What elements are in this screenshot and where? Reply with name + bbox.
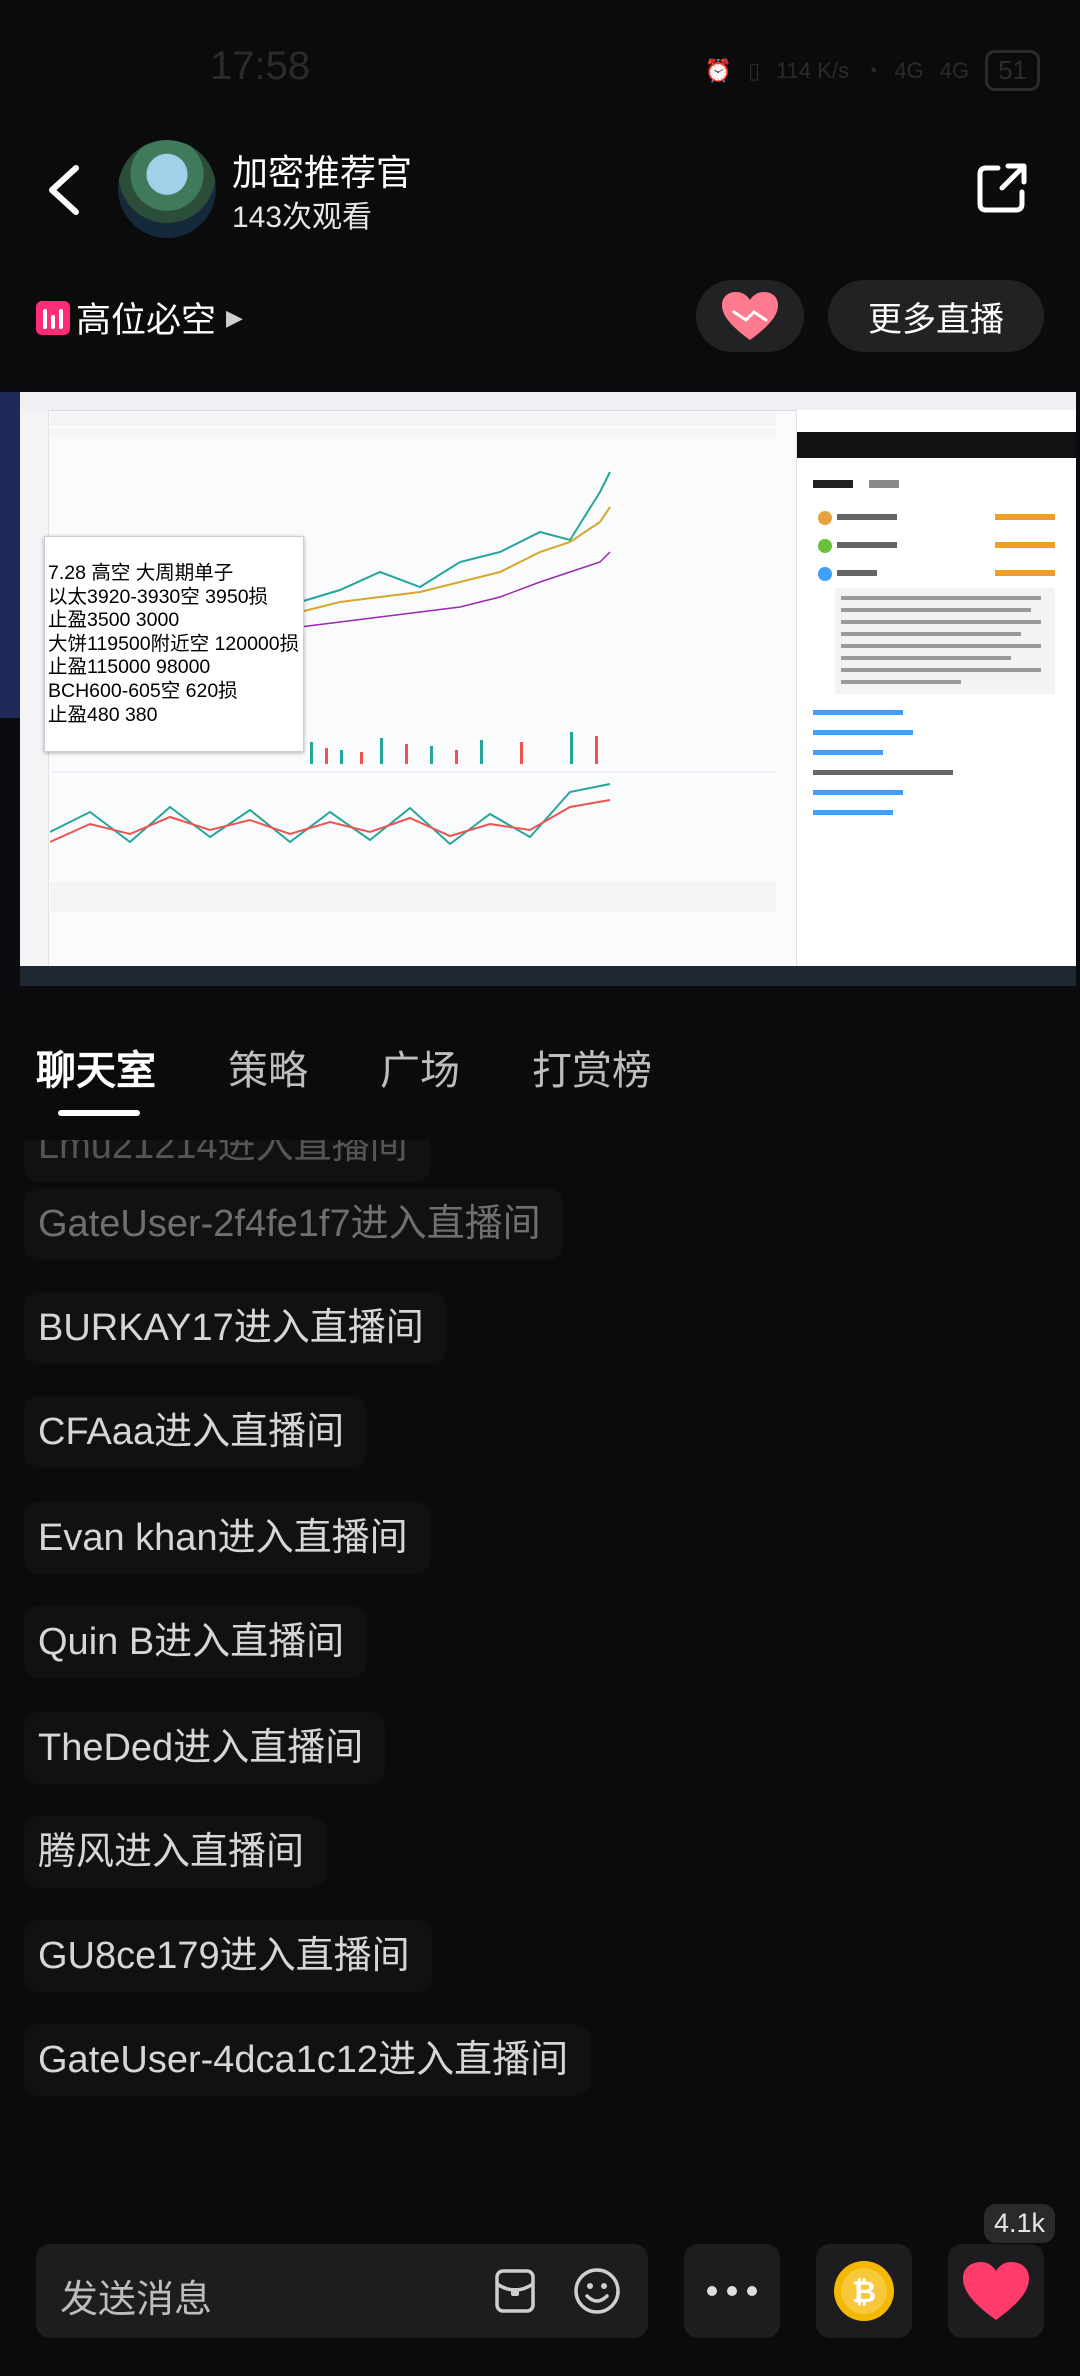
fullscreen-icon bbox=[986, 900, 1026, 940]
chat-message: CFAaa进入直播间 bbox=[24, 1396, 367, 1468]
heart-like-button[interactable] bbox=[948, 2244, 1044, 2338]
battery-icon: 51 bbox=[985, 50, 1040, 91]
gift-coin-button[interactable]: ₿ bbox=[816, 2244, 912, 2338]
signal-1: 4G bbox=[894, 57, 924, 83]
topic-tag[interactable]: 高位必空 ▶ bbox=[36, 292, 243, 343]
strategy-note-text: 7.28 高空 大周期单子 以太3920-3930空 3950损 止盈3500 … bbox=[48, 562, 300, 727]
tab-active-indicator bbox=[58, 1110, 140, 1116]
note-line: BCH600-605空 620损 bbox=[48, 679, 238, 702]
note-line: 止盈3500 3000 bbox=[48, 609, 180, 632]
like-count-badge: 4.1k bbox=[984, 2204, 1056, 2243]
note-line: 以太3920-3930空 3950损 bbox=[48, 585, 269, 608]
stream-chat-lines bbox=[813, 480, 1055, 815]
windows-taskbar bbox=[20, 966, 1076, 986]
vibrate-icon: ▯ bbox=[747, 57, 761, 83]
signal-2: 4G bbox=[939, 57, 970, 83]
chat-message: TheDed进入直播间 bbox=[24, 1712, 386, 1784]
wifi-icon: ◔ bbox=[865, 57, 879, 83]
more-live-button[interactable]: 更多直播 bbox=[828, 280, 1044, 352]
view-count: 143次观看 bbox=[232, 201, 373, 234]
avatar[interactable] bbox=[118, 140, 216, 238]
chat-message: GateUser-2f4fe1f7进入直播间 bbox=[24, 1188, 563, 1260]
stream-chat-panel bbox=[796, 410, 1076, 966]
fullscreen-button[interactable] bbox=[970, 884, 1042, 956]
net-speed: 114 K/s bbox=[776, 57, 850, 83]
play-triangle-icon: ▶ bbox=[226, 304, 243, 330]
note-line: 7.28 高空 大周期单子 bbox=[48, 562, 234, 584]
chat-message-list[interactable]: Lmu21214进入直播间 GateUser-2f4fe1f7进入直播间 BUR… bbox=[24, 1140, 1064, 2140]
more-dots-icon bbox=[707, 2286, 757, 2296]
host-name[interactable]: 加密推荐官 bbox=[232, 144, 412, 196]
bitcoin-coin-icon: ₿ bbox=[834, 2261, 894, 2321]
red-packet-icon[interactable] bbox=[492, 2268, 538, 2314]
bars-icon bbox=[36, 300, 70, 335]
tab-strategy[interactable]: 策略 bbox=[228, 1038, 308, 1096]
note-line: 大饼119500附近空 120000损 bbox=[48, 632, 300, 655]
like-button[interactable] bbox=[696, 280, 804, 352]
stream-chat-header bbox=[797, 432, 1076, 458]
tab-bar: 聊天室 策略 广场 打赏榜 bbox=[36, 1038, 724, 1096]
chat-message: Quin B进入直播间 bbox=[24, 1606, 367, 1678]
topic-tag-label: 高位必空 bbox=[76, 301, 217, 340]
message-input[interactable]: 发送消息 bbox=[36, 2244, 648, 2338]
chat-message: BURKAY17进入直播间 bbox=[24, 1292, 446, 1364]
status-bar: 17:58 ⏰ ▯ 114 K/s ◔ 4G 4G 51 bbox=[0, 0, 1080, 140]
status-icons: ⏰ ▯ 114 K/s ◔ 4G 4G 51 bbox=[705, 50, 1040, 91]
chat-message: GateUser-4dca1c12进入直播间 bbox=[24, 2024, 591, 2096]
video-side-overlay bbox=[0, 392, 20, 718]
chat-message: Evan khan进入直播间 bbox=[24, 1502, 430, 1574]
heart-icon bbox=[963, 2262, 1029, 2320]
tab-chat-room[interactable]: 聊天室 bbox=[36, 1038, 156, 1096]
status-time: 17:58 bbox=[210, 44, 311, 88]
message-input-placeholder: 发送消息 bbox=[60, 2279, 213, 2321]
note-line: 止盈480 380 bbox=[48, 703, 158, 726]
chat-message: Lmu21214进入直播间 bbox=[24, 1140, 430, 1182]
emoji-icon[interactable] bbox=[572, 2266, 622, 2316]
alarm-icon: ⏰ bbox=[704, 57, 732, 83]
chat-message: 腾风进入直播间 bbox=[24, 1816, 327, 1888]
note-line: 止盈115000 98000 bbox=[48, 656, 211, 679]
more-options-button[interactable] bbox=[684, 2244, 780, 2338]
tab-square[interactable]: 广场 bbox=[380, 1038, 460, 1096]
window-title-bar bbox=[20, 392, 1076, 411]
share-icon[interactable] bbox=[972, 158, 1032, 218]
back-arrow-icon[interactable] bbox=[40, 160, 90, 220]
chat-message: GU8ce179进入直播间 bbox=[24, 1920, 432, 1992]
handshake-heart-icon bbox=[722, 292, 778, 340]
tab-reward-ranking[interactable]: 打赏榜 bbox=[532, 1038, 652, 1096]
svg-text:₿: ₿ bbox=[852, 2275, 876, 2310]
